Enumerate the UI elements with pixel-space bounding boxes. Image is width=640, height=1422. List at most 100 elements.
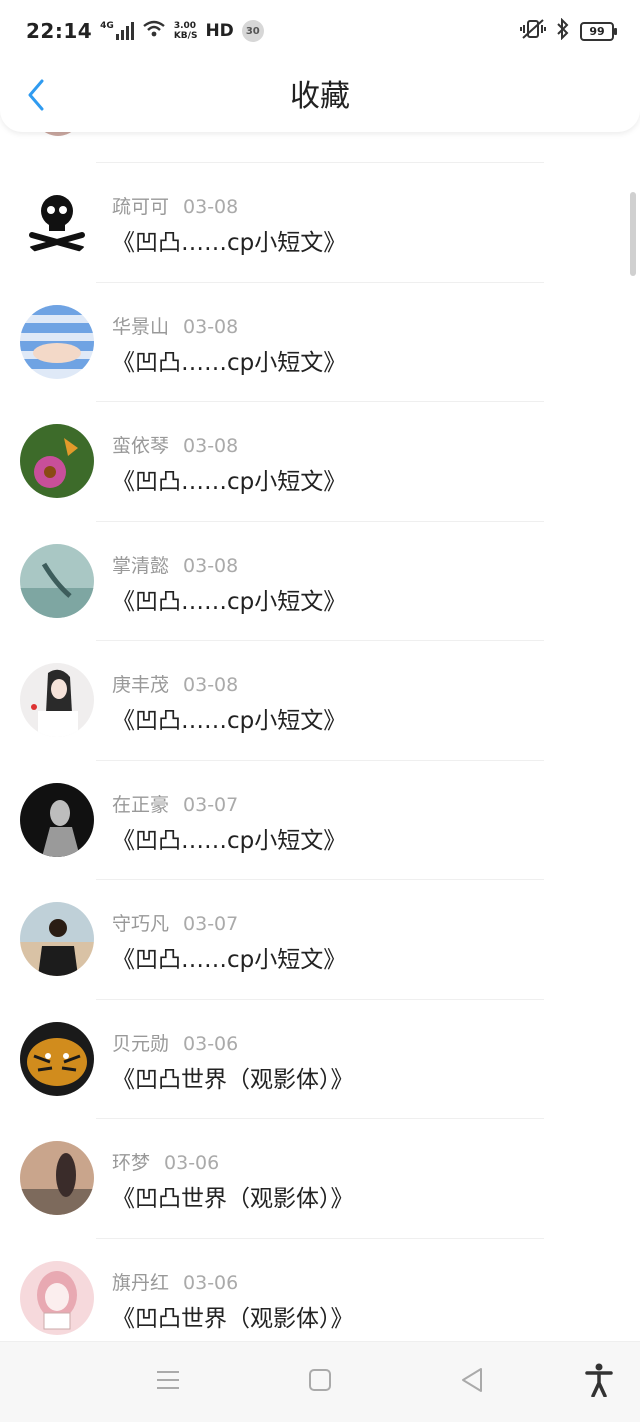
menu-button[interactable]: [150, 1364, 186, 1400]
avatar[interactable]: [20, 1021, 94, 1096]
network-type: 4G: [100, 21, 114, 31]
home-button[interactable]: [302, 1364, 338, 1400]
divider: [96, 281, 544, 283]
divider: [96, 520, 544, 522]
item-date: 03-06: [164, 1152, 220, 1174]
avatar[interactable]: [20, 543, 94, 618]
avatar[interactable]: [20, 185, 94, 259]
author-name: 华景山: [112, 315, 170, 338]
item-title[interactable]: 《凹凸世界（观影体）》: [112, 1299, 354, 1333]
item-meta: 旗丹红 03-06: [112, 1268, 238, 1295]
item-date: 03-07: [183, 793, 239, 816]
avatar[interactable]: [20, 1141, 94, 1215]
item-meta: 疏可可 03-08: [112, 192, 238, 219]
status-time: 22:14: [26, 19, 93, 43]
notification-badge: 30: [241, 20, 264, 42]
square-icon: [308, 1368, 332, 1396]
scrollbar[interactable]: [630, 192, 636, 276]
back-nav-button[interactable]: [454, 1364, 490, 1400]
list-item[interactable]: 掌清懿 03-08 《凹凸……cp小短文》: [0, 520, 640, 641]
item-title[interactable]: 《凹凸……cp小短文》: [112, 701, 346, 735]
favorites-list[interactable]: 疏可可 03-08 《凹凸……cp小短文》 华景山 03-08 《凹凸……cp小短文…: [0, 132, 640, 1342]
item-date: 03-06: [183, 1032, 239, 1055]
divider: [96, 1237, 544, 1239]
divider: [96, 759, 544, 761]
status-right: 99: [520, 17, 617, 45]
item-date: 03-06: [183, 1271, 239, 1294]
author-name: 守巧凡: [112, 913, 170, 935]
item-date: 03-08: [183, 674, 239, 696]
avatar[interactable]: [20, 1260, 94, 1335]
list-item[interactable]: 环梦 03-06 《凹凸世界（观影体）》: [0, 1118, 640, 1238]
item-meta: 在正豪 03-07: [112, 790, 238, 817]
battery-icon: 99: [580, 21, 617, 41]
system-nav-bar: [0, 1341, 640, 1422]
item-date: 03-08: [183, 315, 239, 338]
list-item[interactable]: 旗丹红 03-06 《凹凸世界（观影体）》: [0, 1237, 640, 1343]
status-bar: 22:14 4G 3.00 KB/S HD 30 99: [0, 0, 640, 62]
list-item[interactable]: 庚丰茂 03-08 《凹凸……cp小短文》: [0, 640, 640, 760]
mute-vibrate-icon: [520, 18, 546, 45]
item-meta: 华景山 03-08: [112, 312, 238, 339]
avatar[interactable]: [20, 304, 94, 379]
signal-icon: 4G: [100, 22, 134, 40]
avatar[interactable]: [20, 782, 94, 857]
avatar[interactable]: [20, 663, 94, 737]
item-meta: 守巧凡 03-07: [112, 909, 238, 936]
list-item[interactable]: 贝元勋 03-06 《凹凸世界（观影体）》: [0, 998, 640, 1119]
item-title[interactable]: 《凹凸……cp小短文》: [112, 582, 346, 616]
hd-indicator: HD: [205, 21, 234, 41]
divider: [96, 998, 544, 1000]
author-name: 贝元勋: [112, 1032, 170, 1055]
list-item[interactable]: 蛮依琴 03-08 《凹凸……cp小短文》: [0, 401, 640, 521]
author-name: 疏可可: [112, 196, 170, 218]
item-meta: 贝元勋 03-06: [112, 1029, 238, 1056]
list-item[interactable]: 在正豪 03-07 《凹凸……cp小短文》: [0, 759, 640, 880]
divider: [96, 162, 544, 163]
list-item[interactable]: 疏可可 03-08 《凹凸……cp小短文》: [0, 162, 640, 282]
author-name: 在正豪: [112, 793, 170, 816]
page-title: 收藏: [290, 79, 350, 114]
item-meta: 掌清懿 03-08: [112, 551, 238, 578]
accessibility-icon: [585, 1363, 613, 1401]
avatar[interactable]: [20, 902, 94, 976]
item-date: 03-08: [183, 196, 239, 218]
list-item[interactable]: 守巧凡 03-07 《凹凸……cp小短文》: [0, 879, 640, 999]
menu-icon: [155, 1369, 181, 1395]
network-speed: 3.00 KB/S: [174, 21, 198, 41]
speed-value: 3.00: [173, 21, 197, 31]
item-meta: 庚丰茂 03-08: [112, 670, 238, 697]
author-name: 环梦: [112, 1152, 151, 1174]
item-title[interactable]: 《凹凸世界（观影体）》: [112, 1179, 354, 1213]
list-item[interactable]: 华景山 03-08 《凹凸……cp小短文》: [0, 281, 640, 402]
list-item-partial: [0, 132, 640, 162]
divider: [96, 879, 544, 880]
wifi-icon: [142, 20, 166, 43]
item-title[interactable]: 《凹凸……cp小短文》: [112, 343, 346, 377]
avatar[interactable]: [20, 424, 94, 498]
item-title[interactable]: 《凹凸世界（观影体）》: [112, 1060, 354, 1094]
item-date: 03-08: [183, 554, 239, 577]
divider: [96, 1118, 544, 1119]
item-title[interactable]: 《凹凸……cp小短文》: [112, 940, 346, 974]
item-date: 03-07: [183, 913, 239, 935]
author-name: 旗丹红: [112, 1271, 170, 1294]
speed-unit: KB/S: [173, 31, 198, 41]
bluetooth-icon: [556, 17, 570, 45]
triangle-back-icon: [460, 1367, 484, 1397]
author-name: 庚丰茂: [112, 674, 170, 696]
app-header: 收藏: [0, 62, 640, 132]
accessibility-button[interactable]: [581, 1363, 617, 1401]
divider: [96, 640, 544, 641]
item-meta: 环梦 03-06: [112, 1148, 219, 1175]
divider: [96, 401, 544, 402]
item-meta: 蛮依琴 03-08: [112, 431, 238, 458]
author-name: 蛮依琴: [112, 435, 170, 457]
avatar: [34, 132, 82, 136]
author-name: 掌清懿: [112, 554, 170, 577]
item-title[interactable]: 《凹凸……cp小短文》: [112, 462, 346, 496]
item-title[interactable]: 《凹凸……cp小短文》: [112, 223, 346, 257]
status-left: 22:14 4G 3.00 KB/S HD 30: [26, 19, 264, 43]
item-title[interactable]: 《凹凸……cp小短文》: [112, 821, 346, 855]
battery-level: 99: [589, 24, 605, 38]
